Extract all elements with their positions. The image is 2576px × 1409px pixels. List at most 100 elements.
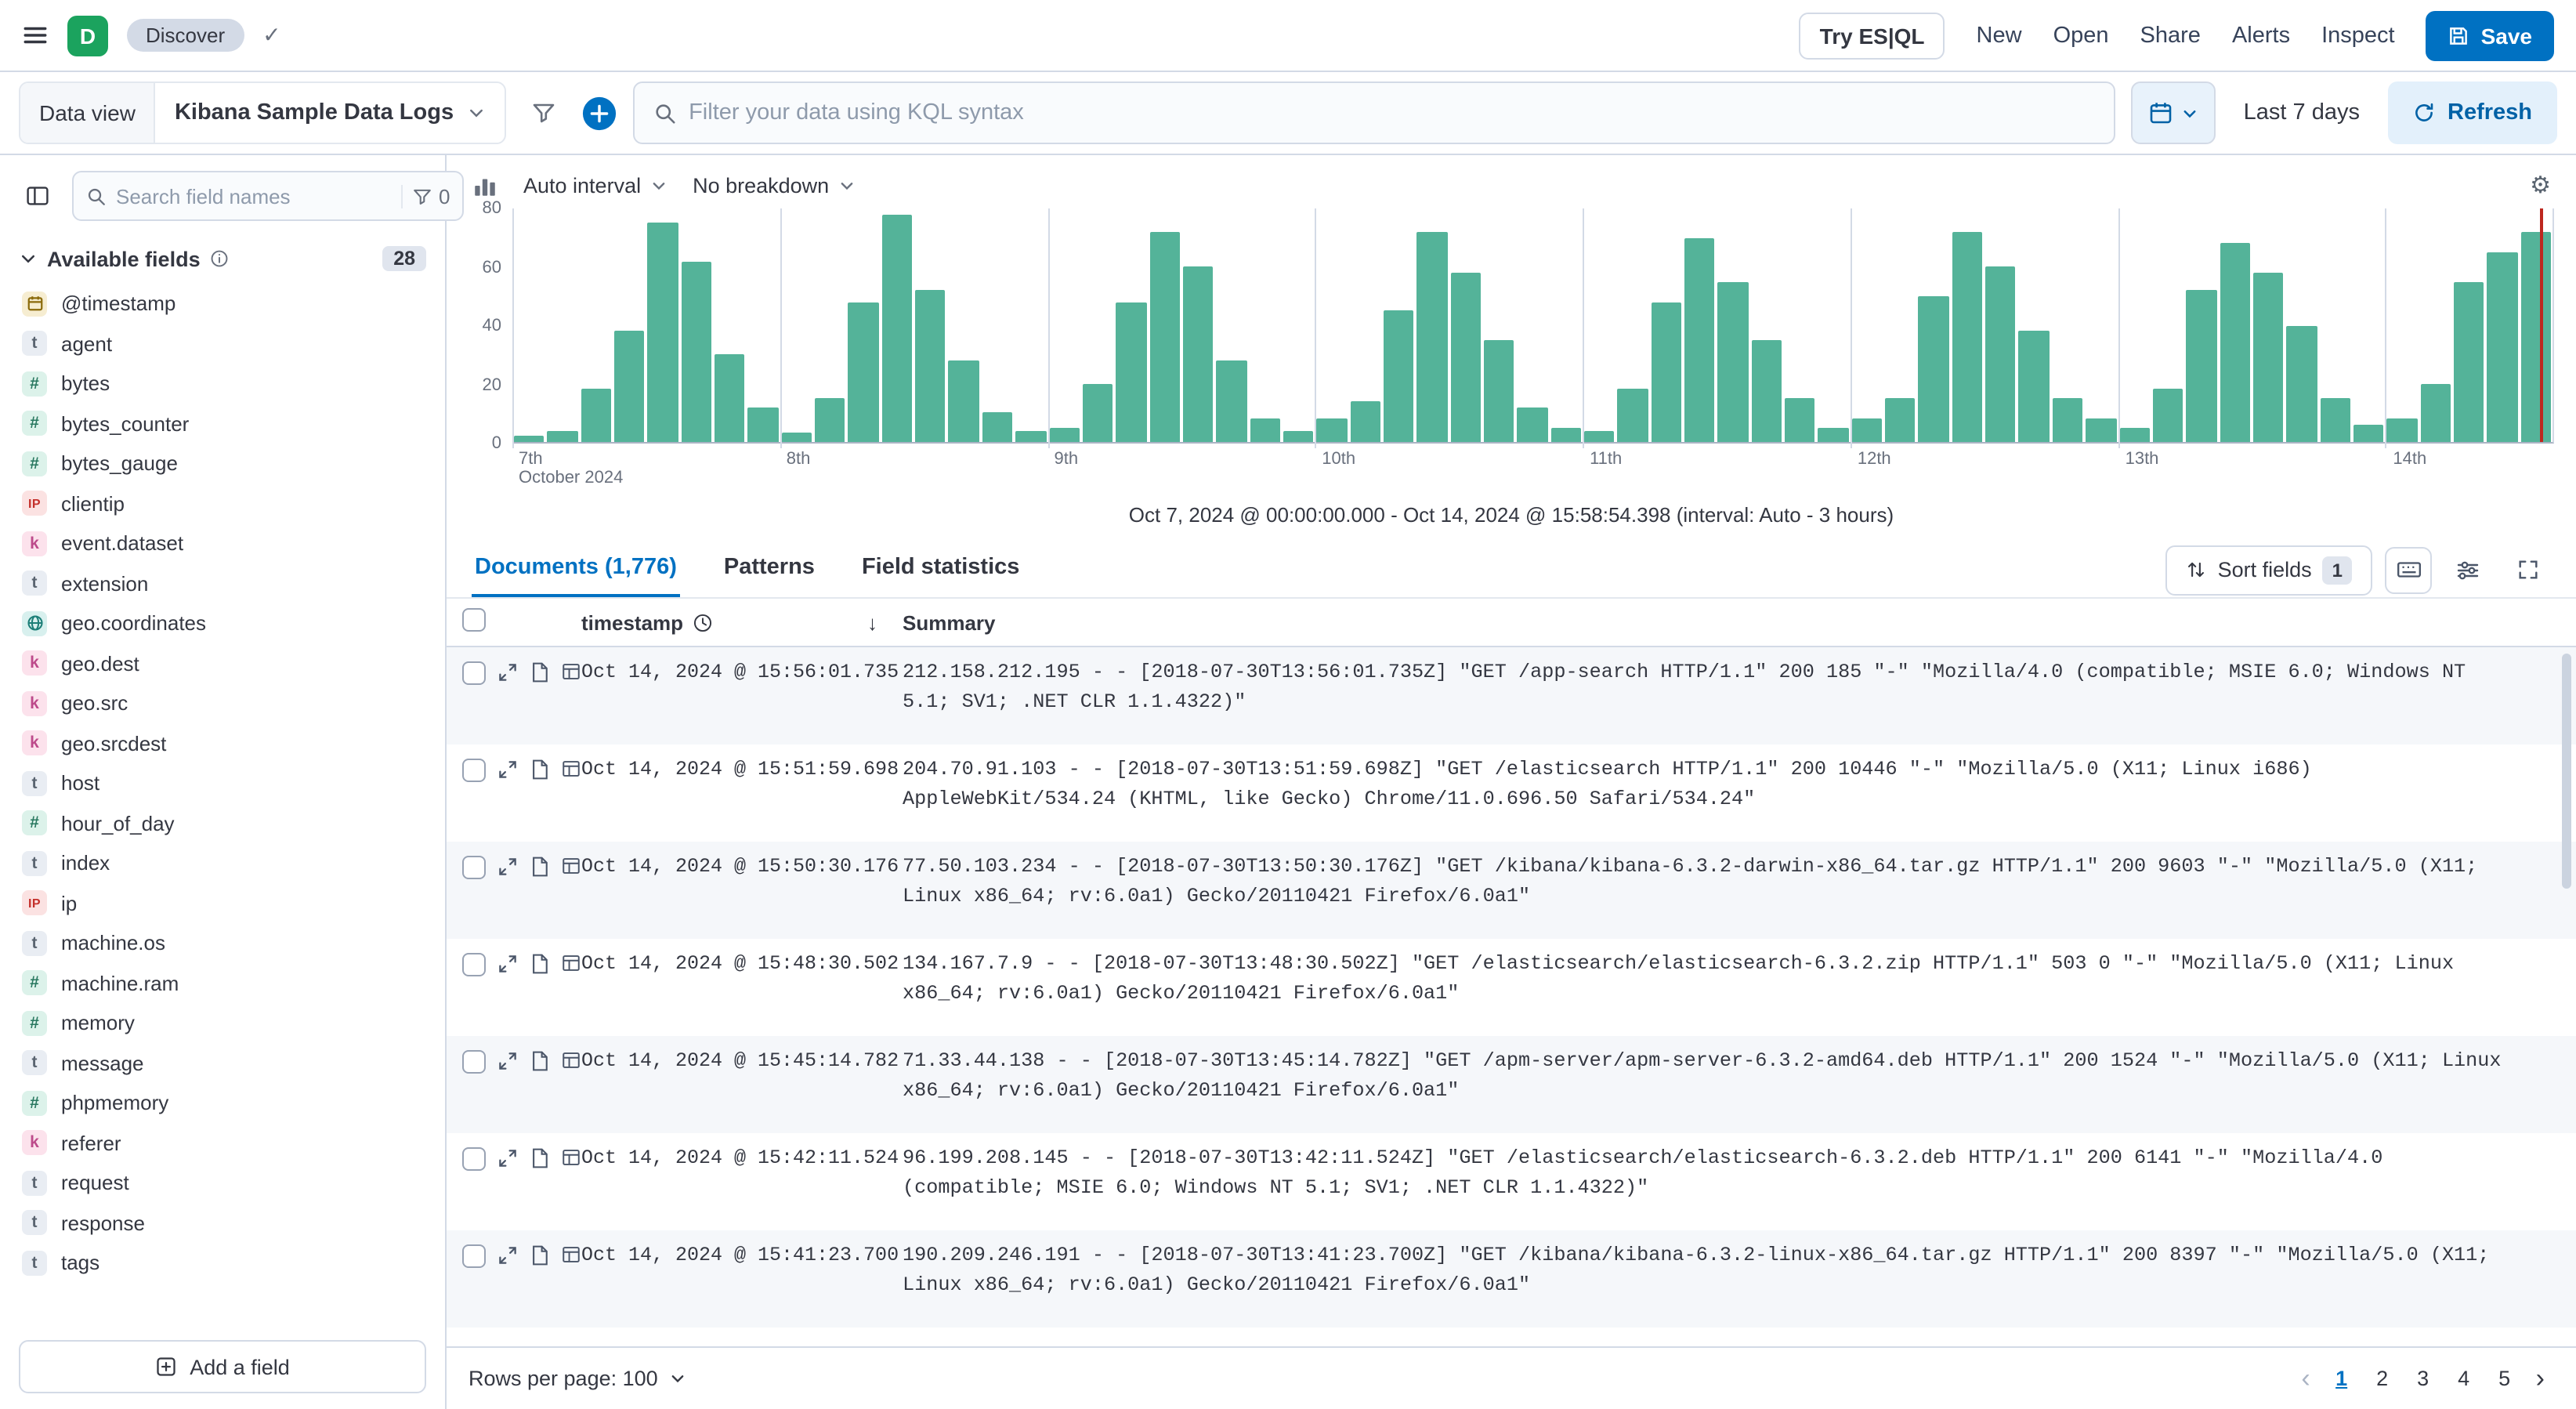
histogram-bar[interactable]: [1651, 302, 1682, 442]
nav-link-inspect[interactable]: Inspect: [2321, 23, 2395, 48]
field-item-bytes[interactable]: # bytes: [13, 364, 432, 404]
menu-icon[interactable]: [22, 22, 49, 49]
histogram-bar[interactable]: [881, 214, 913, 442]
page-2[interactable]: 2: [2364, 1360, 2401, 1397]
histogram-bar[interactable]: [2420, 383, 2451, 442]
histogram-bar[interactable]: [1015, 430, 1046, 442]
tab-documents[interactable]: Documents (1,776): [472, 542, 680, 597]
view-document-icon[interactable]: [530, 661, 550, 683]
row-checkbox[interactable]: [462, 661, 486, 685]
time-range-label[interactable]: Last 7 days: [2231, 100, 2372, 125]
field-item-agent[interactable]: t agent: [13, 324, 432, 364]
view-document-icon[interactable]: [530, 856, 550, 878]
histogram-bar[interactable]: [1985, 266, 2016, 442]
try-esql-button[interactable]: Try ES|QL: [1799, 12, 1945, 59]
histogram-bar[interactable]: [514, 436, 545, 442]
expand-row-icon[interactable]: [497, 953, 519, 975]
doc-columns-icon[interactable]: [561, 1050, 581, 1070]
expand-row-icon[interactable]: [497, 1050, 519, 1072]
date-picker-button[interactable]: [2130, 81, 2216, 144]
field-item-request[interactable]: t request: [13, 1163, 432, 1203]
histogram-bar[interactable]: [1885, 398, 1916, 442]
doc-columns-icon[interactable]: [561, 661, 581, 682]
histogram-bar[interactable]: [1751, 339, 1782, 442]
field-item-phpmemory[interactable]: # phpmemory: [13, 1083, 432, 1123]
histogram-bar[interactable]: [2152, 389, 2183, 442]
doc-columns-icon[interactable]: [561, 856, 581, 876]
timestamp-column-header[interactable]: timestamp ↓: [581, 610, 903, 634]
field-item-machine.os[interactable]: t machine.os: [13, 923, 432, 963]
histogram-bar[interactable]: [1283, 430, 1314, 442]
field-item-referer[interactable]: k referer: [13, 1123, 432, 1163]
histogram-bar[interactable]: [1216, 360, 1247, 442]
histogram-bar[interactable]: [681, 261, 712, 442]
page-3[interactable]: 3: [2404, 1360, 2442, 1397]
histogram-bar[interactable]: [1116, 302, 1147, 442]
save-button[interactable]: Save: [2426, 10, 2554, 60]
field-item-memory[interactable]: # memory: [13, 1003, 432, 1043]
histogram-bar[interactable]: [1517, 407, 1548, 442]
refresh-button[interactable]: Refresh: [2388, 81, 2557, 144]
field-item-bytes_counter[interactable]: # bytes_counter: [13, 404, 432, 444]
doc-columns-icon[interactable]: [561, 759, 581, 779]
histogram-bar[interactable]: [1617, 389, 1648, 442]
interval-select[interactable]: Auto interval: [523, 173, 668, 197]
histogram-bar[interactable]: [2018, 331, 2050, 442]
query-bar[interactable]: [632, 81, 2115, 144]
space-logo[interactable]: D: [67, 15, 108, 56]
histogram-bar[interactable]: [1316, 418, 1348, 442]
field-item-machine.ram[interactable]: # machine.ram: [13, 963, 432, 1003]
histogram-bar[interactable]: [1851, 418, 1883, 442]
view-document-icon[interactable]: [530, 1050, 550, 1072]
histogram-bar[interactable]: [2119, 427, 2150, 442]
row-checkbox[interactable]: [462, 1147, 486, 1171]
field-filter-button[interactable]: 0: [401, 184, 450, 208]
histogram-bar[interactable]: [2353, 424, 2384, 442]
tab-patterns[interactable]: Patterns: [721, 542, 818, 597]
histogram-bar[interactable]: [1450, 272, 1481, 442]
field-item-clientip[interactable]: IP clientip: [13, 484, 432, 523]
collapse-sidebar-icon[interactable]: [16, 174, 60, 218]
nav-link-share[interactable]: Share: [2140, 23, 2201, 48]
histogram-bar[interactable]: [547, 430, 578, 442]
field-item-hour_of_day[interactable]: # hour_of_day: [13, 803, 432, 843]
histogram-bar[interactable]: [1250, 418, 1280, 442]
doc-columns-icon[interactable]: [561, 1147, 581, 1168]
histogram-bar[interactable]: [1952, 231, 1983, 442]
view-document-icon[interactable]: [530, 953, 550, 975]
histogram-bar[interactable]: [2252, 272, 2284, 442]
scrollbar-thumb[interactable]: [2562, 654, 2571, 889]
field-search-input[interactable]: [116, 184, 392, 208]
field-item-geo.srcdest[interactable]: k geo.srcdest: [13, 723, 432, 763]
page-4[interactable]: 4: [2445, 1360, 2483, 1397]
histogram-bar[interactable]: [2286, 325, 2317, 442]
expand-row-icon[interactable]: [497, 1244, 519, 1266]
field-item-@timestamp[interactable]: @timestamp: [13, 284, 432, 324]
add-filter-icon[interactable]: [581, 95, 617, 131]
histogram-bar[interactable]: [581, 389, 612, 442]
sort-desc-icon[interactable]: ↓: [867, 610, 903, 634]
nav-link-alerts[interactable]: Alerts: [2232, 23, 2290, 48]
histogram-bar[interactable]: [2320, 398, 2350, 442]
chart-toggle-icon[interactable]: [472, 172, 498, 198]
row-checkbox[interactable]: [462, 1244, 486, 1268]
doc-columns-icon[interactable]: [561, 953, 581, 973]
tab-field-statistics[interactable]: Field statistics: [859, 542, 1022, 597]
field-item-ip[interactable]: IP ip: [13, 883, 432, 923]
histogram-bar[interactable]: [2220, 243, 2250, 442]
histogram-bar[interactable]: [1918, 295, 1949, 442]
rows-per-page-select[interactable]: Rows per page: 100: [469, 1367, 686, 1390]
previous-page-icon[interactable]: ‹: [2292, 1363, 2319, 1394]
expand-row-icon[interactable]: [497, 856, 519, 878]
histogram-bar[interactable]: [948, 360, 979, 442]
field-item-geo.coordinates[interactable]: geo.coordinates: [13, 603, 432, 643]
kql-input[interactable]: [689, 100, 2095, 125]
field-item-tags[interactable]: t tags: [13, 1243, 432, 1283]
view-document-icon[interactable]: [530, 759, 550, 781]
histogram-bar[interactable]: [2186, 290, 2217, 442]
histogram-bar[interactable]: [2487, 252, 2518, 442]
histogram-bar[interactable]: [1082, 383, 1113, 442]
histogram-bar[interactable]: [1584, 430, 1615, 442]
field-item-message[interactable]: t message: [13, 1043, 432, 1083]
page-1[interactable]: 1: [2323, 1360, 2361, 1397]
